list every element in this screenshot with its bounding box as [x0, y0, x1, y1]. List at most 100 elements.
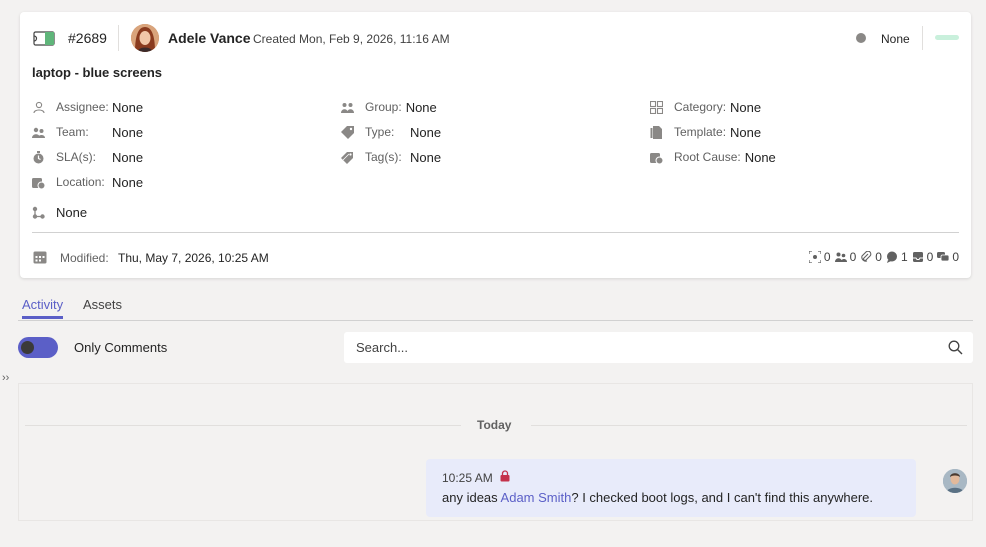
- timer-icon: [33, 150, 44, 163]
- status-divider: [922, 26, 923, 50]
- tags-icon: [341, 151, 353, 164]
- activity-counts: 0 0 0 1 0 0: [808, 250, 959, 264]
- status-value[interactable]: None: [881, 32, 910, 46]
- header-divider: [118, 25, 119, 51]
- ticket-icon: [33, 31, 55, 46]
- count-value: 0: [875, 250, 882, 264]
- count-approvals[interactable]: 0: [912, 250, 934, 264]
- template-label: Template:: [674, 125, 727, 139]
- field-tags[interactable]: Tag(s): None: [341, 148, 441, 166]
- team-icon: [32, 127, 45, 138]
- message-text-end: ? I checked boot logs, and I can't find …: [571, 490, 874, 505]
- tag-icon: [341, 125, 354, 139]
- inbox-icon: [912, 252, 923, 262]
- workflow-icon: [32, 206, 45, 219]
- category-value: None: [730, 99, 762, 115]
- creator-avatar[interactable]: [131, 24, 159, 52]
- count-conversations[interactable]: 0: [937, 250, 959, 264]
- count-comments[interactable]: 1: [886, 250, 908, 264]
- field-workflow[interactable]: None: [32, 203, 87, 221]
- count-value: 0: [952, 250, 959, 264]
- field-root-cause[interactable]: Root Cause: None: [650, 148, 776, 166]
- count-attachments[interactable]: 0: [860, 250, 882, 264]
- count-members[interactable]: 0: [834, 250, 857, 264]
- field-team[interactable]: Team: None: [32, 123, 143, 141]
- message-text-start: any ideas: [442, 490, 501, 505]
- type-value: None: [410, 124, 442, 140]
- count-value: 0: [823, 250, 831, 264]
- search-box: [344, 332, 973, 363]
- tab-activity[interactable]: Activity: [22, 297, 64, 319]
- date-divider-line: [531, 425, 967, 426]
- message-text: any ideas Adam Smith? I checked boot log…: [442, 490, 873, 505]
- tags-value: None: [410, 149, 442, 165]
- priority-indicator[interactable]: [935, 35, 959, 40]
- category-icon: [650, 100, 663, 114]
- focus-icon: [808, 251, 821, 263]
- field-assignee[interactable]: Assignee: None: [32, 98, 143, 116]
- ticket-number: #2689: [68, 30, 107, 46]
- date-divider-line: [25, 425, 461, 426]
- people-icon: [834, 252, 847, 262]
- modified-label: Modified:: [60, 251, 109, 265]
- calendar-icon: [33, 251, 47, 264]
- location-icon: [32, 177, 45, 189]
- group-icon: [341, 102, 354, 113]
- team-label: Team:: [56, 125, 89, 139]
- template-value: None: [730, 124, 762, 140]
- location-label: Location:: [56, 175, 105, 189]
- group-label: Group:: [365, 100, 402, 114]
- modified-date: Thu, May 7, 2026, 10:25 AM: [118, 251, 269, 265]
- workflow-value: None: [56, 204, 88, 220]
- ticket-card: #2689 Adele Vance Created Mon, Feb 9, 20…: [20, 12, 971, 278]
- search-input[interactable]: [344, 332, 934, 363]
- tab-assets[interactable]: Assets: [83, 297, 122, 316]
- assignee-label: Assignee:: [56, 100, 109, 114]
- only-comments-label: Only Comments: [74, 340, 168, 355]
- field-group[interactable]: Group: None: [341, 98, 437, 116]
- count-tasks[interactable]: 0: [808, 250, 831, 264]
- tab-bar: Activity Assets: [18, 296, 973, 321]
- count-value: 0: [849, 250, 857, 264]
- lock-icon: [500, 470, 510, 482]
- chat-icon: [937, 252, 950, 262]
- field-location[interactable]: Location: None: [32, 173, 143, 191]
- field-type[interactable]: Type: None: [341, 123, 441, 141]
- team-value: None: [112, 124, 144, 140]
- template-icon: [650, 125, 662, 139]
- only-comments-toggle[interactable]: [18, 337, 58, 358]
- field-sla[interactable]: SLA(s): None: [32, 148, 143, 166]
- assignee-value: None: [112, 99, 144, 115]
- message-time: 10:25 AM: [442, 471, 493, 485]
- expand-panel-icon[interactable]: ››: [2, 372, 9, 384]
- field-template[interactable]: Template: None: [650, 123, 761, 141]
- count-value: 1: [900, 250, 908, 264]
- author-avatar[interactable]: [943, 469, 967, 493]
- ticket-title: laptop - blue screens: [32, 65, 163, 80]
- activity-feed: Today 10:25 AM any ideas Adam Smith? I c…: [18, 383, 973, 521]
- root-cause-label: Root Cause:: [674, 150, 741, 164]
- message-bubble[interactable]: 10:25 AM any ideas Adam Smith? I checked…: [426, 459, 916, 517]
- sla-label: SLA(s):: [56, 150, 97, 164]
- root-cause-value: None: [744, 149, 776, 165]
- date-divider-label: Today: [477, 418, 512, 432]
- ticket-header: #2689 Adele Vance Created Mon, Feb 9, 20…: [20, 12, 971, 64]
- location-value: None: [112, 174, 144, 190]
- status-dot: [856, 33, 866, 43]
- assignee-icon: [33, 101, 45, 113]
- count-value: 0: [926, 250, 934, 264]
- group-value: None: [405, 99, 437, 115]
- field-category[interactable]: Category: None: [650, 98, 761, 116]
- card-divider: [32, 232, 959, 233]
- search-icon[interactable]: [948, 340, 963, 355]
- sla-value: None: [112, 149, 144, 165]
- category-label: Category:: [674, 100, 727, 114]
- created-date: Created Mon, Feb 9, 2026, 11:16 AM: [253, 32, 450, 46]
- creator-name[interactable]: Adele Vance: [168, 30, 251, 46]
- tags-label: Tag(s):: [365, 150, 402, 164]
- type-label: Type:: [365, 125, 395, 139]
- comment-icon: [886, 251, 897, 263]
- paperclip-icon: [861, 251, 872, 262]
- root-cause-icon: [650, 152, 663, 164]
- mention-link[interactable]: Adam Smith: [501, 490, 572, 505]
